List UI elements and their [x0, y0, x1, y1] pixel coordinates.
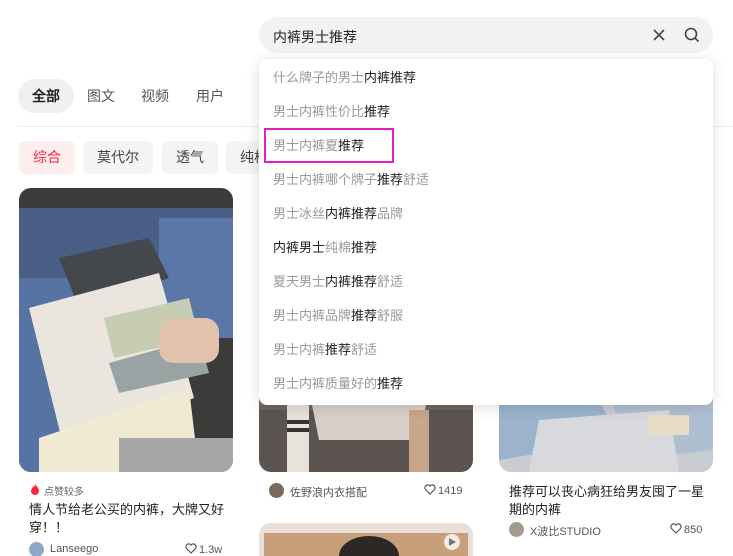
suggestion-item[interactable]: 夏天男士内裤推荐舒适: [273, 271, 403, 293]
card-1-image[interactable]: [19, 188, 233, 472]
tab-all[interactable]: 全部: [18, 79, 74, 113]
search-bar[interactable]: 内裤男士推荐: [259, 17, 713, 53]
suggestion-text-segment: 推荐: [351, 240, 378, 255]
suggestion-text-segment: 推荐: [351, 308, 378, 323]
chip-modal[interactable]: 莫代尔: [83, 141, 153, 174]
search-suggestions-dropdown: 什么牌子的男士内裤推荐 男士内裤性价比推荐 男士内裤夏推荐 男士内裤哪个牌子推荐舒适男…: [259, 59, 713, 405]
suggestion-text-segment: 内裤推荐: [364, 70, 417, 85]
chip-comprehensive[interactable]: 综合: [19, 141, 75, 174]
suggestion-text-segment: 舒服: [377, 308, 404, 323]
avatar[interactable]: [29, 542, 44, 556]
suggestion-text-segment: 男士内裤: [273, 376, 326, 391]
tab-users[interactable]: 用户: [182, 79, 238, 113]
tab-video[interactable]: 视频: [127, 79, 183, 113]
suggestion-text-segment: 内裤推荐: [325, 206, 378, 221]
suggestion-item[interactable]: 男士内裤推荐舒适: [273, 339, 377, 361]
suggestion-text-segment: 推荐: [364, 104, 391, 119]
suggestion-text-segment: 性价比: [325, 104, 365, 119]
suggestion-item[interactable]: 男士内裤哪个牌子推荐舒适: [273, 169, 429, 191]
heart-icon: [670, 523, 682, 534]
card-2-likes[interactable]: 1419: [424, 484, 462, 497]
heart-icon: [185, 543, 197, 554]
suggestion-text-segment: 内裤男士: [273, 240, 326, 255]
author-name[interactable]: 佐野浪内衣搭配: [290, 484, 367, 500]
tab-image-text[interactable]: 图文: [73, 79, 129, 113]
search-icon[interactable]: [683, 26, 701, 44]
author-name[interactable]: Lanseego: [50, 543, 98, 555]
underwear-photo: [19, 188, 233, 472]
suggestion-text-segment: 哪个牌子: [325, 172, 378, 187]
author-name[interactable]: X波比STUDIO: [530, 523, 601, 539]
chip-breathable[interactable]: 透气: [162, 141, 218, 174]
close-icon[interactable]: [651, 27, 667, 43]
suggestion-item[interactable]: 男士内裤品牌推荐舒服: [273, 305, 403, 327]
card-2-author-row: 佐野浪内衣搭配: [269, 482, 389, 500]
suggestion-item[interactable]: 男士内裤性价比推荐: [273, 101, 390, 123]
card-1-likes[interactable]: 1.3w: [185, 543, 222, 556]
heart-icon: [424, 484, 436, 495]
fire-icon: [31, 484, 39, 495]
suggestion-text-segment: 推荐: [377, 172, 404, 187]
suggestion-text-segment: 男士内裤: [273, 172, 326, 187]
suggestion-text-segment: 什么牌子的: [273, 70, 339, 85]
hot-tag-label: 点赞较多: [44, 487, 84, 498]
suggestion-text-segment: 舒适: [351, 342, 378, 357]
search-input[interactable]: 内裤男士推荐: [273, 27, 357, 47]
card-4-image[interactable]: [259, 523, 473, 556]
suggestion-text-segment: 男士内裤: [273, 308, 326, 323]
like-count: 1.3w: [199, 544, 223, 556]
suggestion-text-segment: 舒适: [403, 172, 430, 187]
suggestion-item[interactable]: 男士内裤质量好的推荐: [273, 373, 403, 395]
avatar[interactable]: [509, 522, 524, 537]
suggestion-text-segment: 男士: [338, 70, 365, 85]
suggestion-item[interactable]: 内裤男士纯棉推荐: [273, 237, 377, 259]
like-count: 1419: [438, 485, 463, 497]
suggestion-text-segment: 品牌: [325, 308, 352, 323]
person-photo: [259, 523, 473, 556]
suggestion-text-segment: 推荐: [377, 376, 404, 391]
suggestion-text-segment: 内裤推荐: [325, 274, 378, 289]
avatar[interactable]: [269, 483, 284, 498]
suggestion-text-segment: 夏天男士: [273, 274, 326, 289]
suggestion-text-segment: 品牌: [377, 206, 404, 221]
suggestion-text-segment: 推荐: [325, 342, 352, 357]
card-3-author-row: X波比STUDIO: [509, 521, 659, 539]
suggestion-text-segment: 男士冰丝: [273, 206, 326, 221]
suggestion-text-segment: 舒适: [377, 274, 404, 289]
highlight-box: [264, 128, 394, 163]
card-1-title[interactable]: 情人节给老公买的内裤，大牌又好穿！！: [29, 501, 227, 537]
suggestion-text-segment: 纯棉: [325, 240, 352, 255]
card-3-title[interactable]: 推荐可以丧心病狂给男友囤了一星期的内裤: [509, 483, 709, 519]
suggestion-text-segment: 男士内裤: [273, 342, 326, 357]
like-count: 850: [684, 524, 703, 536]
suggestion-item[interactable]: 什么牌子的男士内裤推荐: [273, 67, 416, 89]
suggestion-text-segment: 男士内裤: [273, 104, 326, 119]
suggestion-item[interactable]: 男士冰丝内裤推荐品牌: [273, 203, 403, 225]
suggestion-text-segment: 质量好的: [325, 376, 378, 391]
card-3-likes[interactable]: 850: [670, 523, 702, 536]
